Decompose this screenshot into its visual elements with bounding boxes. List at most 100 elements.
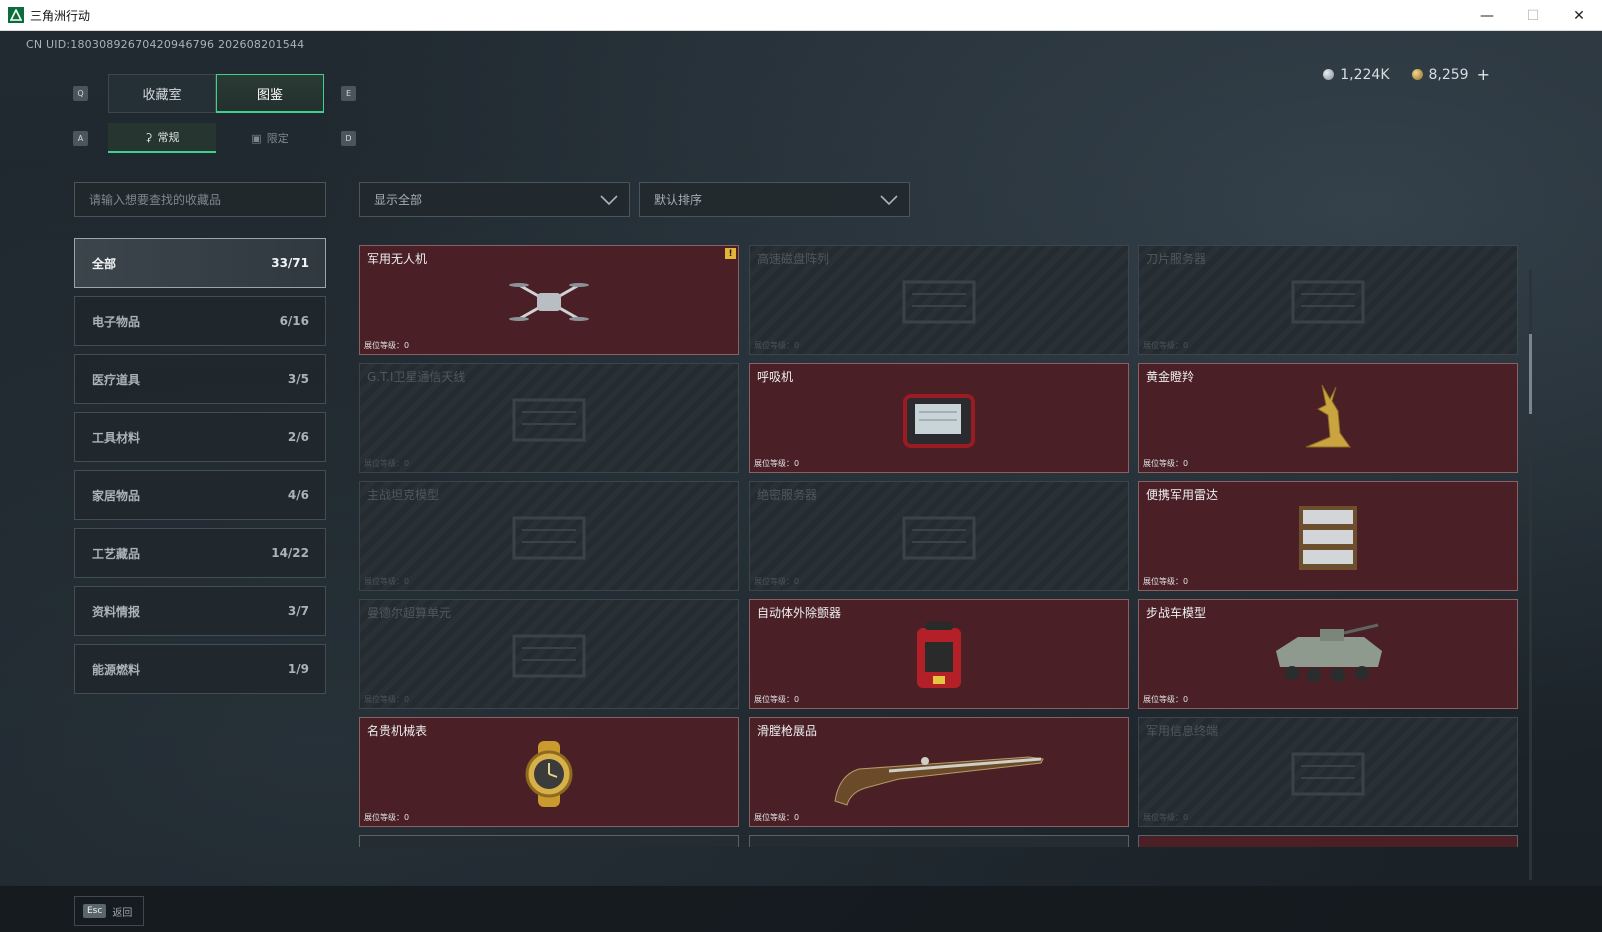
- minimize-button[interactable]: —: [1464, 0, 1510, 31]
- collection-item-card-partial[interactable]: [359, 835, 739, 847]
- collection-item-card[interactable]: 黄金瞪羚 展位等级：0: [1138, 363, 1518, 473]
- item-level-value: 0: [794, 813, 800, 822]
- item-level: 展位等级：0: [364, 340, 409, 351]
- radar-icon: [1291, 500, 1365, 580]
- musket-icon: [829, 739, 1049, 813]
- grid-scrollbar[interactable]: [1529, 270, 1532, 880]
- blade-server-icon: [1283, 272, 1373, 336]
- category-label: 能源燃料: [92, 662, 141, 677]
- flask-icon: ⚳: [144, 130, 153, 144]
- item-name: 黄金瞪羚: [1146, 370, 1195, 384]
- category-count: 2/6: [287, 430, 309, 444]
- collection-item-card[interactable]: 军用无人机 展位等级：0!: [359, 245, 739, 355]
- back-button[interactable]: Esc 返回: [74, 896, 144, 926]
- category-count: 3/5: [287, 372, 309, 386]
- category-tools[interactable]: 工具材料 2/6: [74, 412, 326, 462]
- category-label: 家居物品: [92, 488, 141, 503]
- silver-currency: 1,224K: [1323, 67, 1390, 83]
- filter-dropdown[interactable]: 显示全部: [359, 182, 630, 217]
- maximize-button[interactable]: ☐: [1510, 0, 1556, 31]
- terminal-icon: [1283, 744, 1373, 808]
- collection-item-card[interactable]: 绝密服务器 展位等级：0: [749, 481, 1129, 591]
- app-logo-icon: [8, 7, 24, 23]
- category-all[interactable]: 全部 33/71: [74, 238, 326, 288]
- item-level-value: 0: [404, 577, 410, 586]
- category-energy[interactable]: 能源燃料 1/9: [74, 644, 326, 694]
- category-count: 1/9: [287, 662, 309, 676]
- ifv-model-icon: [1268, 621, 1388, 695]
- collection-item-card[interactable]: 呼吸机 展位等级：0: [749, 363, 1129, 473]
- supercomputer-icon: [504, 626, 594, 690]
- collection-item-card[interactable]: 曼德尔超算单元 展位等级：0: [359, 599, 739, 709]
- collection-item-card[interactable]: 军用信息终端 展位等级：0: [1138, 717, 1518, 827]
- category-crafts[interactable]: 工艺藏品 14/22: [74, 528, 326, 578]
- window-titlebar: 三角洲行动 — ☐ ✕: [0, 0, 1602, 31]
- category-label: 医疗道具: [92, 372, 141, 387]
- collection-item-card[interactable]: G.T.I卫星通信天线 展位等级：0: [359, 363, 739, 473]
- item-name: 呼吸机: [757, 370, 794, 384]
- golden-gazelle-icon: [1288, 381, 1368, 463]
- collection-item-card[interactable]: 步战车模型 展位等级：0: [1138, 599, 1518, 709]
- item-level: 展位等级：0: [364, 458, 409, 469]
- defibrillator-icon: [911, 618, 967, 698]
- category-electronics[interactable]: 电子物品 6/16: [74, 296, 326, 346]
- drone-icon: [504, 267, 594, 341]
- key-hint-a: A: [73, 131, 88, 146]
- item-level-label: 展位等级：: [1143, 459, 1183, 468]
- item-level-label: 展位等级：: [754, 695, 794, 704]
- item-grid: 军用无人机 展位等级：0! 高速磁盘阵列 展位等级：0 刀片服务器 展位等级：0 G.T.I…: [359, 245, 1519, 878]
- tab-regular[interactable]: ⚳ 常规: [108, 123, 216, 153]
- collection-item-card[interactable]: 自动体外除颤器 展位等级：0: [749, 599, 1129, 709]
- item-level-label: 展位等级：: [1143, 813, 1183, 822]
- item-level-value: 0: [1183, 341, 1189, 350]
- collection-item-card-partial[interactable]: [749, 835, 1129, 847]
- category-count: 3/7: [287, 604, 309, 618]
- item-name: 滑膛枪展品: [757, 724, 818, 738]
- window-title: 三角洲行动: [30, 8, 91, 23]
- item-level-value: 0: [404, 341, 410, 350]
- item-name: 自动体外除颤器: [757, 606, 842, 620]
- category-label: 全部: [92, 256, 117, 271]
- item-name: 主战坦克模型: [367, 488, 440, 502]
- item-level-label: 展位等级：: [364, 813, 404, 822]
- item-level-label: 展位等级：: [1143, 695, 1183, 704]
- search-input[interactable]: 请输入想要查找的收藏品: [74, 182, 326, 217]
- watch-icon: [514, 739, 584, 813]
- window-controls: — ☐ ✕: [1464, 0, 1602, 31]
- item-level: 展位等级：0: [754, 576, 799, 587]
- item-name: 刀片服务器: [1146, 252, 1207, 266]
- item-level: 展位等级：0: [754, 340, 799, 351]
- collection-item-card[interactable]: 高速磁盘阵列 展位等级：0: [749, 245, 1129, 355]
- item-level-label: 展位等级：: [1143, 341, 1183, 350]
- item-level-value: 0: [404, 459, 410, 468]
- collection-item-card-partial[interactable]: [1138, 835, 1518, 847]
- tab-regular-label: 常规: [157, 131, 180, 144]
- add-currency-button[interactable]: +: [1477, 65, 1490, 84]
- collection-item-card[interactable]: 便携军用雷达 展位等级：0: [1138, 481, 1518, 591]
- sort-dropdown[interactable]: 默认排序: [639, 182, 910, 217]
- item-level-label: 展位等级：: [754, 577, 794, 586]
- collection-item-card[interactable]: 主战坦克模型 展位等级：0: [359, 481, 739, 591]
- item-level-label: 展位等级：: [364, 695, 404, 704]
- collection-item-card[interactable]: 刀片服务器展位等级：0: [1138, 245, 1518, 355]
- item-level-label: 展位等级：: [754, 813, 794, 822]
- item-name: 名贵机械表: [367, 724, 428, 738]
- item-level-label: 展位等级：: [754, 341, 794, 350]
- collection-item-card[interactable]: 滑膛枪展品展位等级：0: [749, 717, 1129, 827]
- category-intel[interactable]: 资料情报 3/7: [74, 586, 326, 636]
- item-level: 展位等级：0: [1143, 694, 1188, 705]
- item-name: 军用信息终端: [1146, 724, 1219, 738]
- category-medical[interactable]: 医疗道具 3/5: [74, 354, 326, 404]
- tab-limited[interactable]: ▣ 限定: [216, 123, 324, 153]
- tab-collection-room[interactable]: 收藏室: [108, 74, 216, 113]
- image-icon: ▣: [251, 131, 262, 145]
- scrollbar-thumb[interactable]: [1529, 334, 1532, 414]
- back-label: 返回: [112, 907, 133, 919]
- category-household[interactable]: 家居物品 4/6: [74, 470, 326, 520]
- tab-catalog[interactable]: 图鉴: [216, 74, 324, 113]
- item-name: 军用无人机: [367, 252, 428, 266]
- collection-item-card[interactable]: 名贵机械表 展位等级：0: [359, 717, 739, 827]
- category-label: 工艺藏品: [92, 546, 141, 561]
- close-button[interactable]: ✕: [1556, 0, 1602, 31]
- item-level: 展位等级：0: [364, 694, 409, 705]
